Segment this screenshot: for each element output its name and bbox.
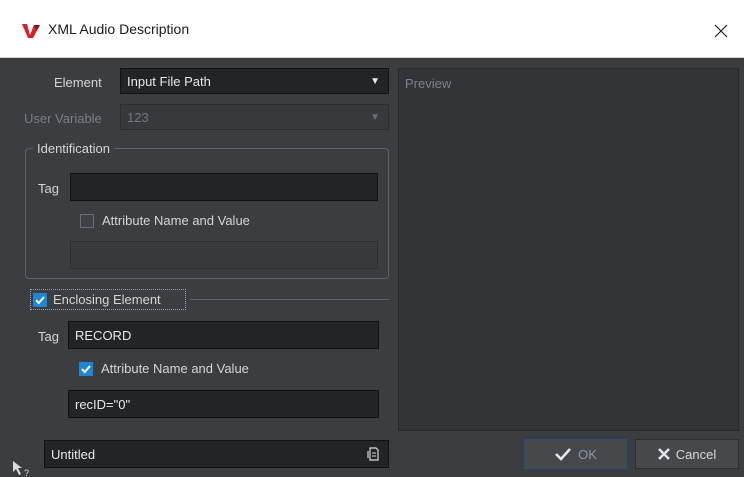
identification-tag-input[interactable] <box>70 173 378 201</box>
close-icon <box>657 448 670 460</box>
enclosing-attribute-value: recID="0" <box>75 396 131 412</box>
preset-menu-icon[interactable] <box>366 446 380 462</box>
enclosing-tag-label: Tag <box>38 329 59 344</box>
checkmark-icon <box>555 448 572 461</box>
preview-label: Preview <box>405 76 452 91</box>
enclosing-tag-input[interactable]: RECORD <box>68 321 379 349</box>
user-variable-value: 123 <box>127 109 149 125</box>
help-pointer-icon[interactable]: ? <box>10 457 34 477</box>
close-icon <box>714 24 728 38</box>
ok-button[interactable]: OK <box>524 439 627 469</box>
separator-line <box>190 299 389 300</box>
checkmark-icon <box>35 296 45 305</box>
cancel-button[interactable]: Cancel <box>635 439 739 469</box>
cancel-label: Cancel <box>675 446 717 462</box>
app-logo-icon <box>22 24 40 38</box>
identification-tag-label: Tag <box>38 181 59 196</box>
title-bar: XML Audio Description <box>0 0 744 58</box>
element-value: Input File Path <box>127 73 211 89</box>
identification-title: Identification <box>33 141 114 156</box>
chevron-down-icon: ▼ <box>370 111 380 123</box>
enclosing-tag-value: RECORD <box>75 327 132 343</box>
identification-attribute-label: Attribute Name and Value <box>102 213 250 228</box>
svg-text:?: ? <box>24 468 29 477</box>
user-variable-label: User Variable <box>24 111 102 126</box>
identification-attribute-input <box>70 241 378 269</box>
ok-label: OK <box>578 446 597 462</box>
close-button[interactable] <box>698 10 744 52</box>
preview-panel: Preview <box>398 68 739 431</box>
enclosing-attribute-checkbox[interactable] <box>79 362 93 376</box>
preset-name: Untitled <box>51 446 96 462</box>
window-title: XML Audio Description <box>48 21 190 37</box>
enclosing-element-checkbox[interactable] <box>33 293 47 307</box>
enclosing-element-label: Enclosing Element <box>53 292 161 307</box>
checkmark-icon <box>81 365 91 374</box>
element-label: Element <box>54 75 102 90</box>
identification-attribute-checkbox[interactable] <box>80 214 94 228</box>
dialog-body: Element Input File Path ▼ User Variable … <box>0 58 744 477</box>
chevron-down-icon: ▼ <box>370 75 380 87</box>
enclosing-attribute-input[interactable]: recID="0" <box>68 390 379 418</box>
element-dropdown[interactable]: Input File Path ▼ <box>120 68 389 94</box>
user-variable-dropdown: 123 ▼ <box>120 104 389 130</box>
preset-selector[interactable]: Untitled <box>44 440 389 468</box>
enclosing-attribute-label: Attribute Name and Value <box>101 361 249 376</box>
